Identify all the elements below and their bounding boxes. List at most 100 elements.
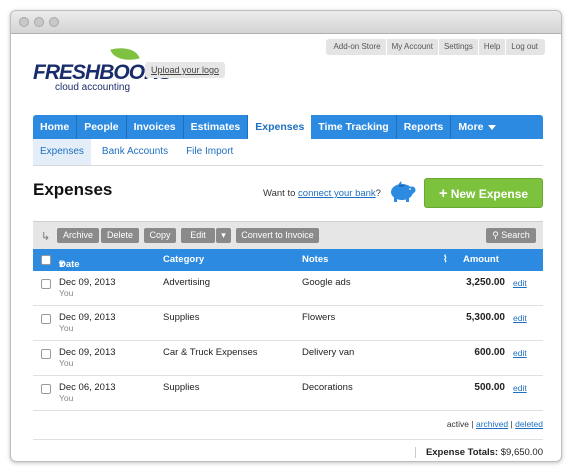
upload-logo-link[interactable]: Upload your logo bbox=[145, 62, 226, 78]
row-created-by: You bbox=[59, 288, 74, 298]
row-date: Dec 09, 2013 bbox=[59, 277, 116, 288]
row-edit-link[interactable]: edit bbox=[513, 313, 527, 323]
row-date: Dec 09, 2013 bbox=[59, 347, 116, 358]
row-edit-link[interactable]: edit bbox=[513, 348, 527, 358]
delete-button[interactable]: Delete bbox=[101, 228, 139, 243]
connect-bank-prompt: Want to connect your bank? bbox=[263, 188, 381, 199]
bulk-action-arrow-icon: ↳ bbox=[41, 231, 51, 243]
filter-archived[interactable]: archived bbox=[476, 419, 508, 429]
table-row[interactable]: Dec 06, 2013 You Supplies Decorations 50… bbox=[33, 376, 543, 411]
new-expense-button[interactable]: + New Expense bbox=[424, 178, 543, 208]
my-account-link[interactable]: My Account bbox=[385, 39, 438, 55]
settings-link[interactable]: Settings bbox=[437, 39, 478, 55]
logo-word-fresh: FRESH bbox=[33, 61, 100, 84]
page-content: Add-on Store My Account Settings Help Lo… bbox=[11, 34, 561, 461]
row-edit-link[interactable]: edit bbox=[513, 278, 527, 288]
row-date: Dec 06, 2013 bbox=[59, 382, 116, 393]
nav-tab-more[interactable]: More bbox=[451, 115, 502, 139]
sort-desc-icon: ▾ bbox=[59, 259, 64, 270]
row-amount: 500.00 bbox=[474, 382, 505, 393]
archive-button[interactable]: Archive bbox=[57, 228, 99, 243]
row-amount: 600.00 bbox=[474, 347, 505, 358]
browser-window: Add-on Store My Account Settings Help Lo… bbox=[10, 10, 562, 462]
freshbooks-logo[interactable]: FRESHBOOKS cloud accounting bbox=[33, 42, 172, 96]
account-links: Add-on Store My Account Settings Help Lo… bbox=[326, 39, 545, 55]
close-window-icon[interactable] bbox=[19, 17, 29, 27]
plus-icon: + bbox=[438, 185, 448, 202]
select-all-checkbox[interactable] bbox=[41, 255, 51, 265]
row-category: Advertising bbox=[163, 277, 210, 288]
subnav-bank-accounts[interactable]: Bank Accounts bbox=[95, 139, 175, 165]
row-category: Supplies bbox=[163, 312, 200, 323]
nav-tab-more-label: More bbox=[458, 121, 484, 133]
totals-divider bbox=[33, 439, 543, 440]
expense-toolbar: ↳ Archive Delete Copy Edit ▾ Convert to … bbox=[33, 221, 543, 250]
table-row[interactable]: Dec 09, 2013 You Supplies Flowers 5,300.… bbox=[33, 306, 543, 341]
add-on-store-link[interactable]: Add-on Store bbox=[328, 39, 385, 55]
edit-button[interactable]: Edit bbox=[181, 228, 215, 243]
row-notes: Flowers bbox=[302, 312, 336, 323]
row-category: Car & Truck Expenses bbox=[163, 347, 258, 358]
nav-tab-home[interactable]: Home bbox=[33, 115, 78, 139]
column-amount[interactable]: Amount bbox=[463, 254, 499, 265]
filter-separator: | bbox=[510, 419, 513, 429]
connect-prefix: Want to bbox=[263, 188, 299, 199]
row-created-by: You bbox=[59, 393, 74, 403]
filter-deleted[interactable]: deleted bbox=[515, 419, 543, 429]
sub-nav: Expenses Bank Accounts File Import bbox=[33, 139, 543, 166]
minimize-window-icon[interactable] bbox=[34, 17, 44, 27]
table-row[interactable]: Dec 09, 2013 You Advertising Google ads … bbox=[33, 271, 543, 306]
row-notes: Decorations bbox=[302, 382, 353, 393]
row-edit-link[interactable]: edit bbox=[513, 383, 527, 393]
new-expense-label: New Expense bbox=[450, 187, 529, 201]
log-out-link[interactable]: Log out bbox=[505, 39, 543, 55]
connect-suffix: ? bbox=[375, 188, 381, 199]
nav-tab-reports[interactable]: Reports bbox=[397, 115, 452, 139]
nav-tab-expenses[interactable]: Expenses bbox=[248, 115, 312, 139]
filter-separator: | bbox=[471, 419, 474, 429]
nav-tab-estimates[interactable]: Estimates bbox=[184, 115, 249, 139]
table-row[interactable]: Dec 09, 2013 You Car & Truck Expenses De… bbox=[33, 341, 543, 376]
search-button-label: Search bbox=[501, 230, 530, 240]
subnav-expenses[interactable]: Expenses bbox=[33, 139, 91, 165]
table-header: Date ▾ Category Notes ⌇ Amount bbox=[33, 249, 543, 271]
convert-to-invoice-button[interactable]: Convert to Invoice bbox=[236, 228, 319, 243]
page-title: Expenses bbox=[33, 180, 113, 199]
row-category: Supplies bbox=[163, 382, 200, 393]
row-checkbox[interactable] bbox=[41, 384, 51, 394]
edit-dropdown-chevron-icon[interactable]: ▾ bbox=[216, 228, 231, 243]
nav-tab-time-tracking[interactable]: Time Tracking bbox=[311, 115, 397, 139]
attachment-icon: ⌇ bbox=[443, 254, 448, 265]
search-icon: ⚲ bbox=[492, 230, 502, 240]
row-notes: Google ads bbox=[302, 277, 351, 288]
expense-totals: Expense Totals: $9,650.00 bbox=[414, 447, 543, 458]
help-link[interactable]: Help bbox=[477, 39, 505, 55]
row-created-by: You bbox=[59, 323, 74, 333]
chevron-down-icon bbox=[487, 124, 496, 130]
nav-tab-invoices[interactable]: Invoices bbox=[127, 115, 184, 139]
copy-button[interactable]: Copy bbox=[144, 228, 176, 243]
row-amount: 3,250.00 bbox=[466, 277, 505, 288]
filter-active[interactable]: active bbox=[447, 419, 469, 429]
row-amount: 5,300.00 bbox=[466, 312, 505, 323]
status-filters: active | archived | deleted bbox=[447, 419, 543, 429]
logo-subtitle: cloud accounting bbox=[55, 82, 131, 93]
connect-bank-link[interactable]: connect your bank bbox=[298, 188, 376, 199]
column-notes[interactable]: Notes bbox=[302, 254, 328, 265]
row-checkbox[interactable] bbox=[41, 349, 51, 359]
expense-totals-label: Expense Totals: bbox=[425, 447, 499, 458]
row-date: Dec 09, 2013 bbox=[59, 312, 116, 323]
expense-totals-value: $9,650.00 bbox=[500, 447, 543, 458]
subnav-file-import[interactable]: File Import bbox=[179, 139, 240, 165]
row-checkbox[interactable] bbox=[41, 279, 51, 289]
zoom-window-icon[interactable] bbox=[49, 17, 59, 27]
column-category[interactable]: Category bbox=[163, 254, 204, 265]
nav-tab-people[interactable]: People bbox=[77, 115, 127, 139]
main-nav: Home People Invoices Estimates Expenses … bbox=[33, 115, 543, 139]
row-notes: Delivery van bbox=[302, 347, 355, 358]
row-checkbox[interactable] bbox=[41, 314, 51, 324]
search-button[interactable]: ⚲ Search bbox=[486, 228, 536, 243]
row-created-by: You bbox=[59, 358, 74, 368]
piggy-bank-icon bbox=[391, 181, 416, 202]
window-titlebar bbox=[11, 11, 561, 34]
